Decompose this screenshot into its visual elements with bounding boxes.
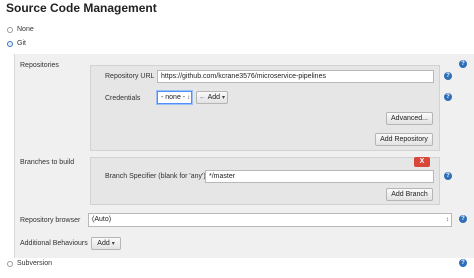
- repository-url-label: Repository URL: [105, 73, 155, 80]
- branches-label: Branches to build: [20, 159, 75, 166]
- git-radio-label[interactable]: Git: [17, 40, 26, 47]
- repositories-help-icon[interactable]: ?: [459, 60, 467, 68]
- additional-behaviours-label: Additional Behaviours: [20, 240, 88, 247]
- subversion-help-icon[interactable]: ?: [459, 259, 467, 267]
- subversion-radio[interactable]: [7, 261, 13, 267]
- credentials-selected-value: - none -: [161, 94, 186, 101]
- repository-url-help-icon[interactable]: ?: [444, 72, 452, 80]
- credentials-label: Credentials: [105, 95, 141, 102]
- key-icon: ←: [199, 94, 206, 101]
- repository-browser-label: Repository browser: [20, 217, 81, 224]
- advanced-button[interactable]: Advanced...: [386, 112, 433, 125]
- select-arrows-icon: ↕: [187, 95, 191, 101]
- add-behaviour-button[interactable]: Add ▾: [91, 237, 121, 250]
- delete-branch-button[interactable]: X: [414, 157, 430, 167]
- repository-browser-select[interactable]: (Auto) ↕: [88, 213, 452, 227]
- none-radio-label[interactable]: None: [17, 26, 34, 33]
- add-branch-button[interactable]: Add Branch: [386, 188, 433, 201]
- repository-url-input[interactable]: https://github.com/kcrane3576/microservi…: [157, 70, 434, 83]
- scm-config-page: Source Code Management None Git Reposito…: [0, 0, 474, 278]
- chevron-down-icon: ▾: [111, 241, 115, 247]
- subversion-radio-label[interactable]: Subversion: [17, 260, 52, 267]
- add-repository-button[interactable]: Add Repository: [375, 133, 433, 146]
- add-credentials-button[interactable]: ← Add ▾: [196, 91, 228, 104]
- branch-specifier-label: Branch Specifier (blank for 'any'): [105, 173, 206, 180]
- repository-browser-help-icon[interactable]: ?: [459, 215, 467, 223]
- credentials-help-icon[interactable]: ?: [444, 93, 452, 101]
- repositories-label: Repositories: [20, 62, 59, 69]
- branch-specifier-help-icon[interactable]: ?: [444, 172, 452, 180]
- select-arrows-icon: ↕: [446, 217, 449, 223]
- section-title: Source Code Management: [6, 1, 157, 15]
- credentials-select[interactable]: - none - ↕: [157, 91, 192, 104]
- chevron-down-icon: ▾: [221, 95, 225, 101]
- repository-browser-selected-value: (Auto): [92, 216, 112, 223]
- none-radio[interactable]: [7, 27, 13, 33]
- add-credentials-label: Add: [207, 94, 221, 101]
- branch-specifier-input[interactable]: */master: [205, 170, 434, 183]
- add-behaviour-label: Add: [97, 240, 110, 247]
- git-radio[interactable]: [7, 41, 13, 47]
